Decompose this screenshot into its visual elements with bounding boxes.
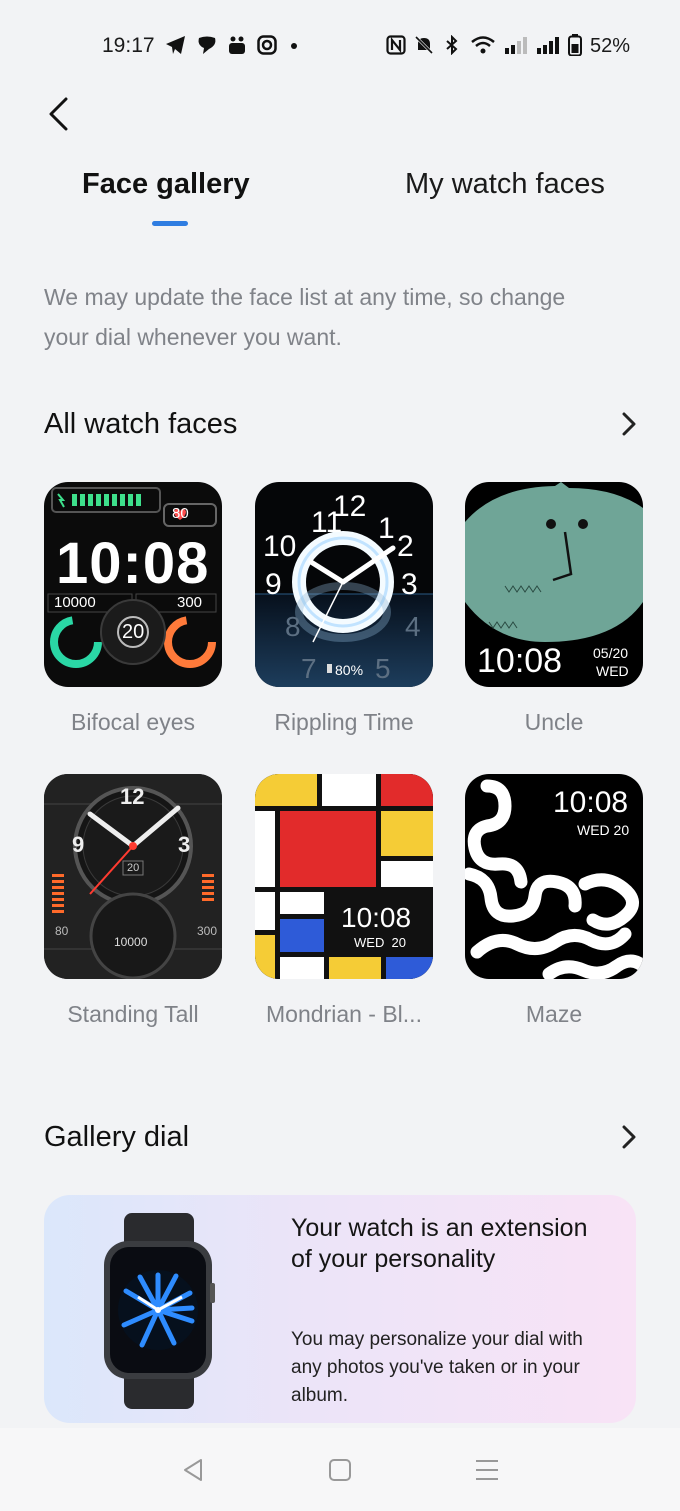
watch-illustration: [104, 1213, 215, 1409]
face-name: Standing Tall: [67, 1001, 199, 1027]
face-name: Rippling Time: [274, 709, 414, 735]
gallery-dial-card[interactable]: Your watch is an extension of your perso…: [44, 1195, 636, 1423]
face-thumbnail: 10:08 WED 20: [465, 774, 643, 979]
wifi-icon: [470, 35, 496, 58]
section-title: All watch faces: [44, 407, 238, 440]
status-right: 52%: [386, 33, 630, 59]
face-preview: [255, 774, 433, 979]
back-button[interactable]: [38, 94, 78, 134]
steps: 10000: [114, 935, 148, 949]
status-left: 19:17: [102, 34, 301, 58]
chevron-left-icon: [49, 97, 68, 131]
svg-text:2: 2: [397, 530, 414, 563]
menu-lines-icon: [475, 1459, 498, 1480]
chevron-right-icon[interactable]: [614, 1122, 644, 1152]
instagram-icon: [256, 34, 277, 58]
day: 20: [122, 621, 145, 643]
face-weekday: WED: [596, 663, 629, 679]
face-card-rippling-time[interactable]: 12 1 2 3 11 10 9 8457 80% Rippling Time: [255, 482, 433, 736]
face-time: 10:08: [553, 786, 629, 819]
face-card-bifocal-eyes[interactable]: 80 10:08 10000 300 20 Bifocal eyes: [44, 482, 222, 736]
battery-icon: [567, 33, 582, 59]
face-thumbnail: 12 9 3 20 10000 80 300: [44, 774, 222, 979]
right-value: 300: [197, 924, 218, 938]
nfc-icon: [386, 34, 406, 58]
battery-level: 80%: [335, 662, 364, 678]
nav-recents-button[interactable]: [467, 1450, 507, 1490]
svg-text:8: 8: [285, 611, 301, 642]
square-home-icon: [328, 1458, 351, 1481]
bluetooth-icon: [442, 34, 462, 58]
face-time: 10:08: [56, 531, 210, 596]
heart-rate: 80: [172, 505, 189, 522]
face-time: 10:08: [341, 902, 412, 933]
face-name: Bifocal eyes: [70, 709, 195, 735]
triangle-back-icon: [184, 1458, 203, 1481]
face-name: Maze: [525, 1001, 583, 1027]
face-thumbnail: 10:08 WED 20: [255, 774, 433, 979]
svg-text:9: 9: [72, 832, 84, 857]
face-card-standing-tall[interactable]: 12 9 3 20 10000 80 300 Standing Tall: [44, 774, 222, 1028]
app-icon: [227, 35, 247, 58]
face-date: 05/20: [593, 645, 629, 661]
svg-text:1: 1: [378, 512, 395, 545]
tab-my-watch-faces[interactable]: My watch faces: [405, 168, 605, 201]
face-date: WED 20: [577, 822, 630, 838]
svg-text:10: 10: [263, 530, 296, 563]
left-value: 80: [55, 924, 69, 938]
face-time: 10:08: [477, 642, 563, 680]
face-card-maze[interactable]: 10:08 WED 20 Maze: [465, 774, 643, 1028]
gallery-dial-header[interactable]: Gallery dial: [44, 1115, 644, 1159]
svg-text:7: 7: [301, 653, 317, 684]
face-thumbnail: 80 10:08 10000 300 20: [44, 482, 222, 687]
calories: 300: [177, 594, 203, 611]
mute-icon: [414, 35, 434, 58]
face-thumbnail: 12 1 2 3 11 10 9 8457 80%: [255, 482, 433, 687]
svg-text:9: 9: [265, 568, 282, 601]
svg-text:3: 3: [178, 832, 190, 857]
tab-face-gallery[interactable]: Face gallery: [82, 168, 250, 201]
face-name: Mondrian - Bl...: [266, 1001, 422, 1027]
card-title: Your watch is an extension of your perso…: [291, 1214, 588, 1273]
tab-indicator: [152, 221, 188, 226]
section-title: Gallery dial: [44, 1120, 190, 1153]
dot-icon: [287, 35, 301, 58]
status-bar: 19:17 52%: [0, 0, 680, 92]
face-preview: 1212 311109 8 457: [255, 490, 433, 687]
face-date: 20: [127, 862, 140, 874]
svg-text:5: 5: [375, 653, 391, 684]
chat-icon: [197, 35, 217, 58]
battery-percent: 52%: [589, 34, 630, 57]
card-body: You may personalize your dial with any p…: [291, 1329, 583, 1406]
face-card-uncle[interactable]: 10:08 05/20 WED Uncle: [465, 482, 643, 736]
signal-icon: [504, 35, 528, 58]
navigation-bar: [0, 1428, 680, 1511]
telegram-icon: [165, 35, 187, 58]
svg-text:11: 11: [311, 506, 342, 539]
status-time: 19:17: [102, 34, 155, 57]
face-thumbnail: 10:08 05/20 WED: [465, 482, 643, 687]
svg-text:12: 12: [120, 784, 144, 809]
svg-text:3: 3: [401, 568, 418, 601]
face-name: Uncle: [524, 709, 584, 735]
steps: 10000: [54, 594, 96, 611]
signal-icon: [536, 35, 560, 58]
face-date: WED 20: [354, 935, 407, 950]
nav-back-button[interactable]: [173, 1450, 213, 1490]
face-card-mondrian[interactable]: 10:08 WED 20 Mondrian - Bl...: [255, 774, 433, 1028]
svg-text:4: 4: [405, 611, 421, 642]
tab-bar: Face gallery My watch faces: [0, 168, 680, 228]
chevron-right-icon[interactable]: [614, 409, 644, 439]
nav-home-button[interactable]: [320, 1450, 360, 1490]
all-faces-header[interactable]: All watch faces: [44, 402, 644, 446]
intro-text: We may update the face list at any time,…: [44, 284, 566, 350]
